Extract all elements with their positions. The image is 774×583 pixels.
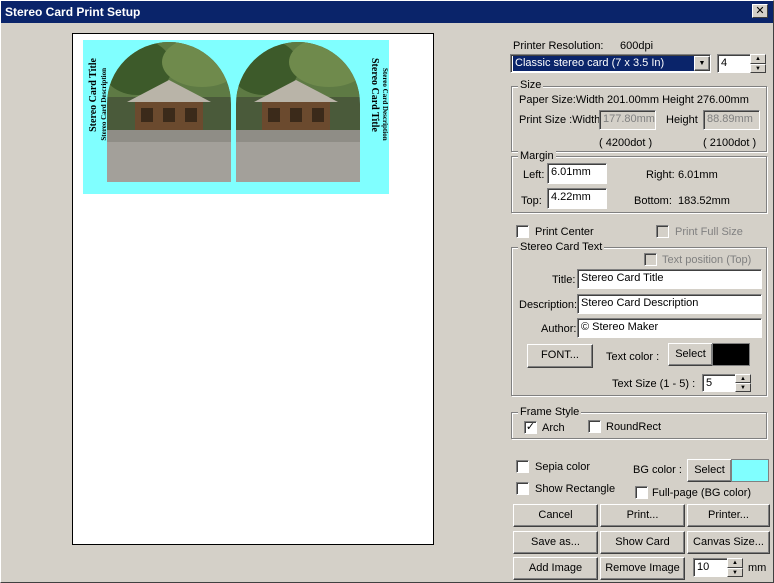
bg-color-label: BG color :: [633, 464, 682, 476]
stepper-up-icon[interactable]: ▲: [727, 558, 743, 568]
print-height-label: Height: [666, 114, 698, 126]
stepper-up-icon[interactable]: ▲: [750, 54, 766, 64]
arch-label: Arch: [542, 422, 565, 434]
stereo-card-preview: Stereo Card Title Stereo Card Descriptio…: [83, 40, 389, 194]
canvas-size-button[interactable]: Canvas Size...: [687, 531, 770, 554]
gap-stepper[interactable]: ▲ ▼: [727, 558, 743, 577]
card-type-select[interactable]: Classic stereo card (7 x 3.5 In) ▼: [510, 54, 711, 73]
bg-color-swatch[interactable]: [731, 459, 769, 482]
print-setup-window: Stereo Card Print Setup ✕ Stereo Card Ti…: [0, 0, 774, 583]
stepper-down-icon[interactable]: ▼: [727, 567, 743, 577]
show-rectangle-label: Show Rectangle: [535, 483, 616, 495]
print-button[interactable]: Print...: [600, 504, 685, 527]
roundrect-checkbox[interactable]: [588, 420, 601, 433]
sepia-label: Sepia color: [535, 461, 591, 473]
description-input[interactable]: Stereo Card Description: [577, 294, 762, 314]
text-color-swatch[interactable]: [712, 343, 750, 366]
print-height-field: 88.89mm: [703, 110, 760, 130]
stepper-down-icon[interactable]: ▼: [750, 63, 766, 73]
text-color-label: Text color :: [606, 351, 660, 363]
author-label: Author:: [541, 323, 577, 335]
arch-checkbox[interactable]: ✓: [524, 421, 537, 434]
title-label: Title:: [552, 274, 576, 286]
printer-resolution-label: Printer Resolution:: [513, 40, 604, 52]
close-icon[interactable]: ✕: [752, 4, 768, 18]
margin-left-label: Left:: [523, 169, 545, 181]
card-count-field[interactable]: 4: [717, 54, 751, 73]
remove-image-button[interactable]: Remove Image: [600, 557, 685, 580]
card-text-legend: Stereo Card Text: [518, 241, 605, 253]
show-card-button[interactable]: Show Card: [600, 531, 685, 554]
margin-legend: Margin: [518, 150, 556, 162]
font-button[interactable]: FONT...: [527, 344, 593, 368]
sepia-checkbox[interactable]: [516, 460, 529, 473]
roundrect-label: RoundRect: [606, 421, 662, 433]
chevron-down-icon[interactable]: ▼: [694, 56, 710, 71]
print-full-size-checkbox[interactable]: [656, 225, 669, 238]
print-full-size-label: Print Full Size: [675, 226, 743, 238]
paper-size-text: Paper Size:Width 201.00mm Height 276.00m…: [519, 94, 749, 106]
width-dots-text: ( 4200dot ): [599, 137, 653, 149]
printer-button[interactable]: Printer...: [687, 504, 770, 527]
print-width-field: 177.80mm: [599, 110, 656, 130]
text-size-field[interactable]: 5: [702, 374, 736, 392]
card-title-text: Stereo Card Title: [88, 58, 99, 132]
text-size-stepper[interactable]: ▲ ▼: [735, 374, 751, 392]
right-stereo-image: [236, 42, 360, 182]
margin-bottom-value: 183.52mm: [678, 195, 730, 207]
text-position-label: Text position (Top): [662, 254, 752, 266]
margin-top-field[interactable]: 4.22mm: [547, 188, 607, 209]
printer-resolution-value: 600dpi: [620, 40, 654, 52]
card-type-selected: Classic stereo card (7 x 3.5 In): [513, 56, 695, 71]
text-position-checkbox[interactable]: [644, 253, 657, 266]
print-center-label: Print Center: [535, 226, 594, 238]
margin-right-value: 6.01mm: [678, 169, 718, 181]
gap-field[interactable]: 10: [693, 558, 728, 577]
gap-unit-label: mm: [748, 562, 767, 574]
print-center-checkbox[interactable]: [516, 225, 529, 238]
full-page-checkbox[interactable]: [635, 486, 648, 499]
left-stereo-image: [107, 42, 231, 182]
frame-style-legend: Frame Style: [518, 406, 582, 418]
full-page-label: Full-page (BG color): [652, 487, 752, 499]
bg-color-select-button[interactable]: Select: [687, 459, 732, 482]
card-description-text-right: Stereo Card Description: [381, 68, 389, 141]
title-bar[interactable]: Stereo Card Print Setup ✕: [1, 1, 773, 23]
margin-left-field[interactable]: 6.01mm: [547, 163, 607, 184]
height-dots-text: ( 2100dot ): [703, 137, 757, 149]
show-rectangle-checkbox[interactable]: [516, 482, 529, 495]
text-color-select-button[interactable]: Select: [668, 343, 713, 366]
stepper-up-icon[interactable]: ▲: [735, 374, 751, 383]
author-input[interactable]: © Stereo Maker: [577, 318, 762, 338]
window-title: Stereo Card Print Setup: [5, 5, 141, 19]
print-preview-paper: Stereo Card Title Stereo Card Descriptio…: [72, 33, 434, 545]
save-as-button[interactable]: Save as...: [513, 531, 598, 554]
size-legend: Size: [518, 79, 544, 91]
card-title-text-right: Stereo Card Title: [369, 58, 380, 132]
stepper-down-icon[interactable]: ▼: [735, 383, 751, 392]
description-label: Description:: [519, 299, 578, 311]
margin-top-label: Top:: [521, 195, 542, 207]
print-size-label: Print Size :Width: [519, 114, 601, 126]
margin-right-label: Right:: [646, 169, 675, 181]
title-input[interactable]: Stereo Card Title: [577, 269, 762, 289]
text-size-label: Text Size (1 - 5) :: [612, 378, 696, 390]
margin-bottom-label: Bottom:: [634, 195, 672, 207]
add-image-button[interactable]: Add Image: [513, 557, 598, 580]
cancel-button[interactable]: Cancel: [513, 504, 598, 527]
card-count-stepper[interactable]: ▲ ▼: [750, 54, 766, 73]
